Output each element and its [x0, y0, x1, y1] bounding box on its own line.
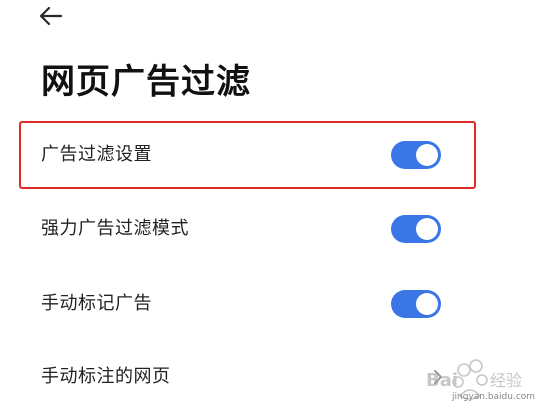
svg-text:经验: 经验	[490, 371, 522, 390]
strong-filter-toggle[interactable]	[391, 215, 441, 243]
watermark-url: jingyan.baidu.com	[452, 392, 536, 402]
arrow-left-icon	[39, 6, 63, 26]
setting-label: 广告过滤设置	[41, 144, 152, 165]
ad-filter-toggle[interactable]	[391, 141, 441, 169]
setting-row-manual-mark[interactable]: 手动标记广告	[0, 274, 544, 334]
svg-text:Bai: Bai	[426, 370, 458, 391]
setting-label: 手动标记广告	[41, 293, 152, 314]
back-button[interactable]	[34, 2, 66, 30]
setting-label: 手动标注的网页	[41, 366, 171, 387]
setting-row-ad-filter[interactable]: 广告过滤设置	[0, 125, 544, 185]
manual-mark-toggle[interactable]	[391, 290, 441, 318]
page-title: 网页广告过滤	[41, 62, 251, 102]
toggle-knob	[416, 293, 438, 315]
toggle-knob	[416, 218, 438, 240]
setting-row-strong-filter[interactable]: 强力广告过滤模式	[0, 199, 544, 259]
setting-label: 强力广告过滤模式	[41, 218, 189, 239]
toggle-knob	[416, 144, 438, 166]
